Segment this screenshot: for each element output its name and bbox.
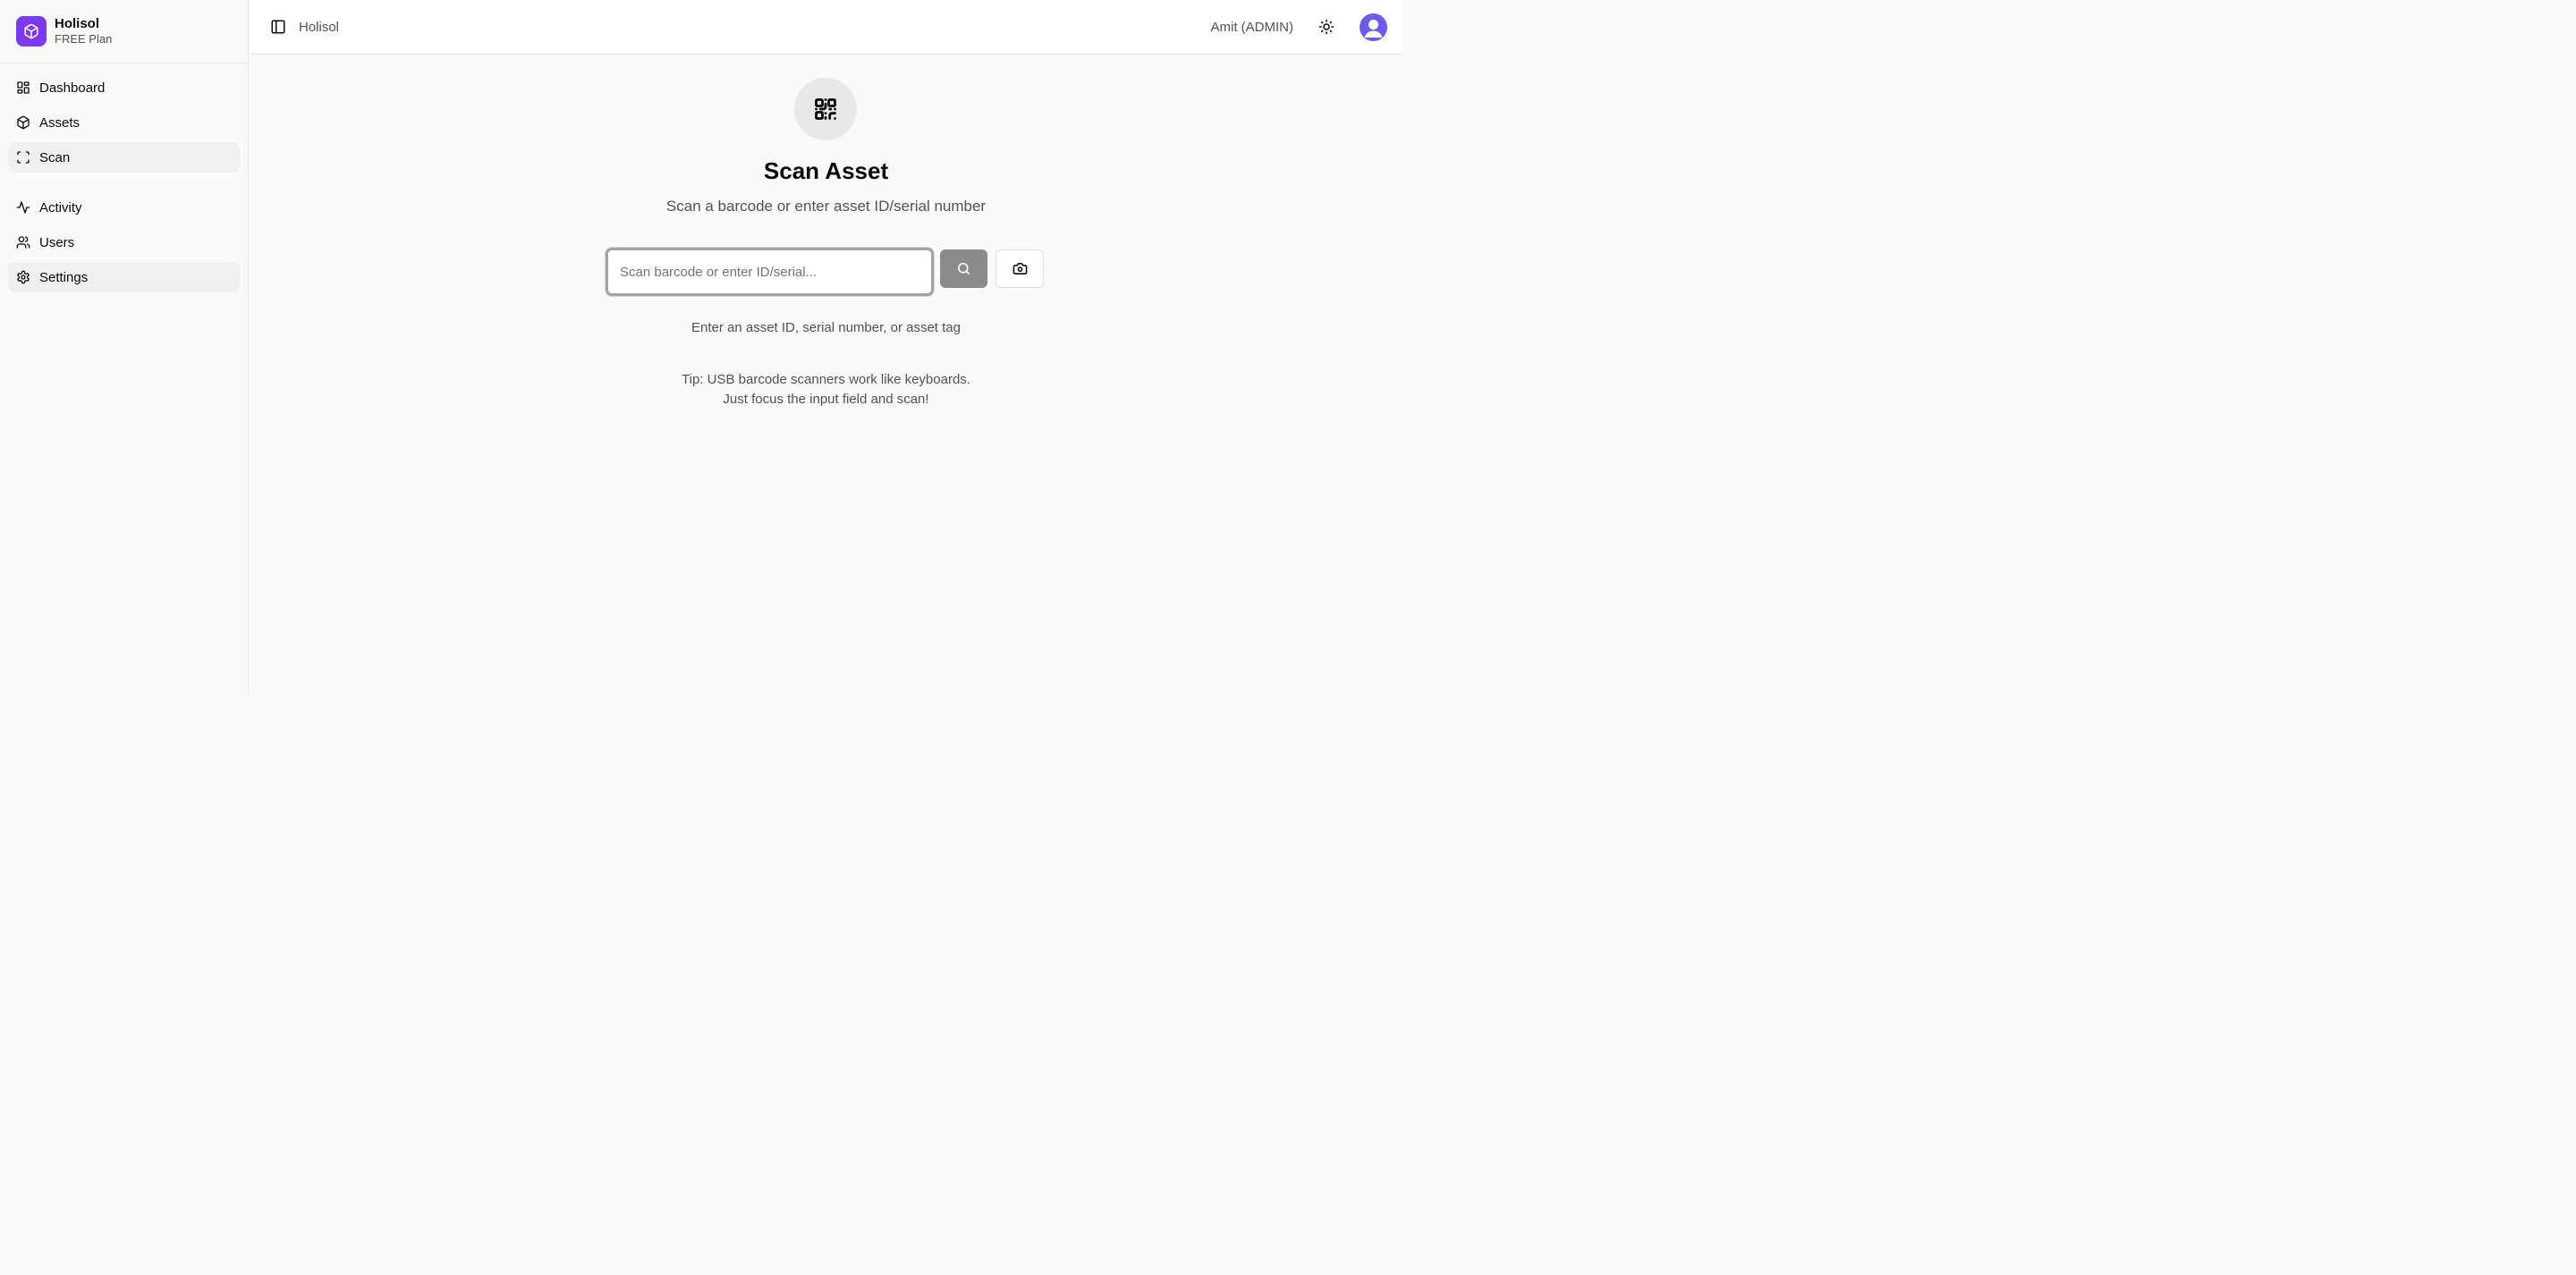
box-icon [16,115,30,130]
sidebar-item-activity[interactable]: Activity [8,192,240,223]
sidebar-item-label: Activity [39,199,82,215]
search-icon [956,261,971,276]
sidebar: Holisol FREE Plan Dashboard Assets Scan … [0,0,249,694]
nav-group-main: Dashboard Assets Scan [8,72,240,173]
user-label: Amit (ADMIN) [1210,19,1294,35]
sidebar-item-label: Scan [39,149,71,165]
sidebar-item-label: Assets [39,114,80,131]
camera-button[interactable] [996,249,1044,288]
sun-icon[interactable] [1318,19,1335,35]
scan-form [606,248,1044,296]
tip-line: Just focus the input field and scan! [723,392,929,407]
sidebar-item-settings[interactable]: Settings [8,262,240,292]
sidebar-item-label: Users [39,234,75,250]
users-icon [16,235,30,249]
top-header: Holisol Amit (ADMIN) [250,0,1402,55]
scan-icon [16,150,30,165]
sidebar-item-scan[interactable]: Scan [8,142,240,173]
camera-icon [1013,261,1028,276]
page-title: Holisol [299,19,340,35]
search-button[interactable] [940,249,987,288]
qr-code-icon [794,78,857,140]
tip-line: Tip: USB barcode scanners work like keyb… [682,372,970,387]
brand-header[interactable]: Holisol FREE Plan [0,0,248,63]
nav-group-admin: Activity Users Settings [8,192,240,292]
sidebar-nav: Dashboard Assets Scan Activity Users Set… [0,63,248,306]
main-content: Scan Asset Scan a barcode or enter asset… [250,55,1402,694]
sidebar-item-assets[interactable]: Assets [8,107,240,138]
gear-icon [16,270,30,284]
input-hint: Enter an asset ID, serial number, or ass… [691,320,961,335]
sidebar-item-dashboard[interactable]: Dashboard [8,72,240,103]
scan-subtitle: Scan a barcode or enter asset ID/serial … [665,198,987,215]
sidebar-item-users[interactable]: Users [8,227,240,258]
sidebar-toggle-icon[interactable] [270,19,286,35]
scan-input[interactable] [606,248,934,296]
sidebar-item-label: Settings [39,269,89,285]
sidebar-item-label: Dashboard [39,80,106,96]
dashboard-icon [16,80,30,95]
avatar[interactable] [1360,13,1387,41]
activity-icon [16,200,30,215]
box-icon [16,16,47,46]
brand-name: Holisol [55,16,100,32]
scanner-tip: Tip: USB barcode scanners work like keyb… [250,370,1402,410]
brand-plan: FREE Plan [55,32,113,46]
scan-title: Scan Asset [763,157,889,184]
